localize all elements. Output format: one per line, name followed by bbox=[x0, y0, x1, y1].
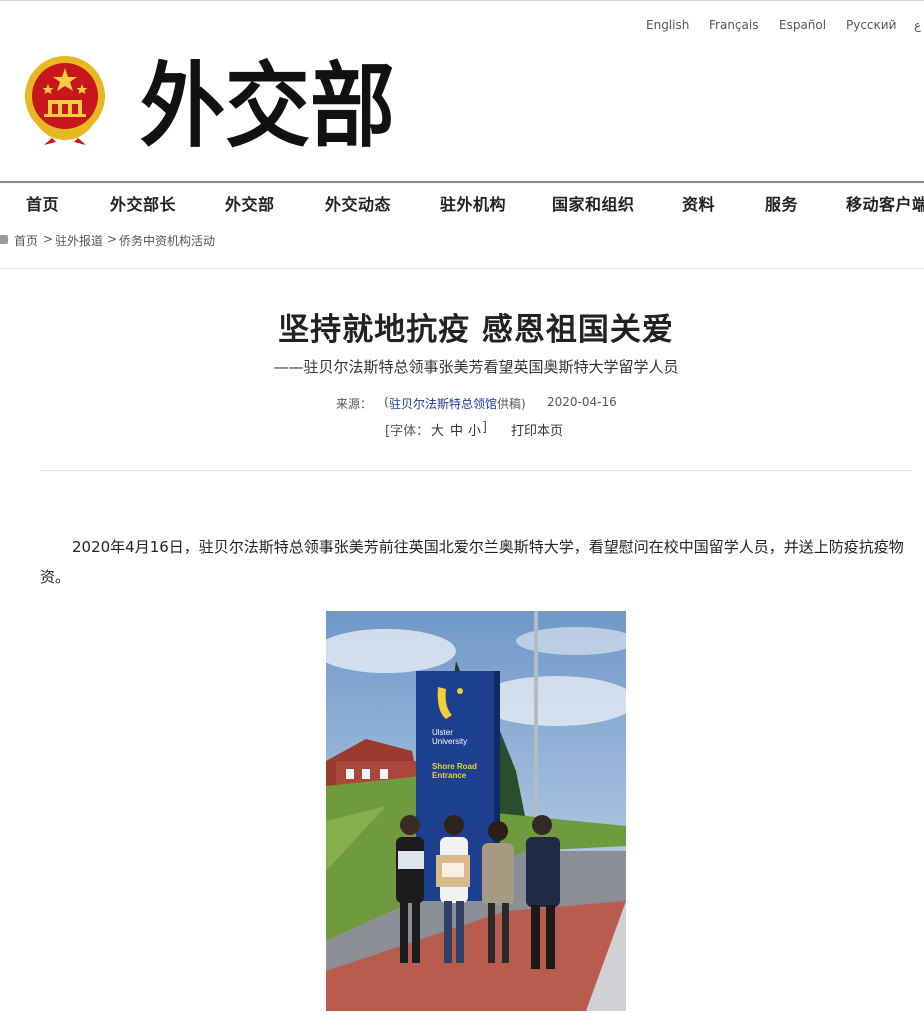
font-small-button[interactable]: 小 bbox=[468, 420, 481, 439]
lang-english-link[interactable]: English bbox=[646, 18, 689, 32]
lang-arabic-link[interactable]: ع bbox=[914, 18, 921, 32]
print-page-link[interactable]: 打印本页 bbox=[511, 420, 563, 439]
sign-entrance-line1: Shore Road bbox=[432, 762, 477, 771]
nav-mobile-client[interactable]: 移动客户端 bbox=[846, 191, 924, 215]
publish-date: 2020-04-16 bbox=[547, 395, 617, 409]
nav-ministry[interactable]: 外交部 bbox=[225, 191, 275, 215]
top-border bbox=[0, 0, 924, 1]
sign-entrance-line2: Entrance bbox=[432, 771, 467, 780]
breadcrumb-sep: > bbox=[107, 232, 118, 246]
article-title: 坚持就地抗疫 感恩祖国关爱 bbox=[278, 312, 674, 348]
nav-countries-orgs[interactable]: 国家和组织 bbox=[552, 191, 635, 215]
lang-russian-link[interactable]: Русский bbox=[846, 18, 896, 32]
sign-brand-line1: Ulster bbox=[432, 728, 453, 737]
nav-home[interactable]: 首页 bbox=[26, 191, 59, 215]
nav-services[interactable]: 服务 bbox=[765, 191, 798, 215]
source-open-paren: ( bbox=[384, 395, 389, 409]
breadcrumb-sep: > bbox=[43, 232, 54, 246]
sign-brand-line2: University bbox=[432, 737, 467, 746]
site-title-calligraphy[interactable]: 外交部 bbox=[140, 38, 400, 168]
site-title-text: 外交部 bbox=[140, 52, 395, 160]
nav-diplomatic-news[interactable]: 外交动态 bbox=[325, 191, 391, 215]
article-subtitle: ——驻贝尔法斯特总领事张美芳看望英国奥斯特大学留学人员 bbox=[273, 358, 679, 376]
source-link[interactable]: 驻贝尔法斯特总领馆 bbox=[389, 395, 497, 412]
home-icon bbox=[0, 235, 8, 244]
main-nav: 首页 外交部长 外交部 外交动态 驻外机构 国家和组织 资料 服务 移动客户端 bbox=[0, 181, 924, 222]
divider bbox=[0, 268, 924, 269]
font-size-label: [字体： bbox=[385, 424, 430, 439]
nav-missions-abroad[interactable]: 驻外机构 bbox=[440, 191, 506, 215]
nav-minister[interactable]: 外交部长 bbox=[110, 191, 176, 215]
font-large-button[interactable]: 大 bbox=[431, 420, 444, 439]
source-suffix: 供稿) bbox=[497, 397, 526, 411]
breadcrumb-section[interactable]: 驻外报道 bbox=[55, 232, 103, 249]
breadcrumb-home[interactable]: 首页 bbox=[14, 232, 38, 249]
language-bar: English Français Español Русский ع bbox=[0, 18, 924, 34]
article-photo: Ulster University Shore Road Entrance bbox=[326, 611, 626, 1011]
divider bbox=[40, 470, 912, 471]
lang-spanish-link[interactable]: Español bbox=[779, 18, 826, 32]
source-label: 来源： bbox=[336, 397, 373, 411]
breadcrumb-category[interactable]: 侨务中资机构活动 bbox=[119, 232, 215, 249]
lang-french-link[interactable]: Français bbox=[709, 18, 758, 32]
font-medium-button[interactable]: 中 bbox=[450, 420, 463, 439]
article-paragraph: 2020年4月16日，驻贝尔法斯特总领事张美芳前往英国北爱尔兰奥斯特大学，看望慰… bbox=[40, 538, 904, 586]
font-size-close: ] bbox=[482, 420, 488, 435]
national-emblem-icon[interactable] bbox=[22, 54, 108, 146]
nav-resources[interactable]: 资料 bbox=[682, 191, 715, 215]
